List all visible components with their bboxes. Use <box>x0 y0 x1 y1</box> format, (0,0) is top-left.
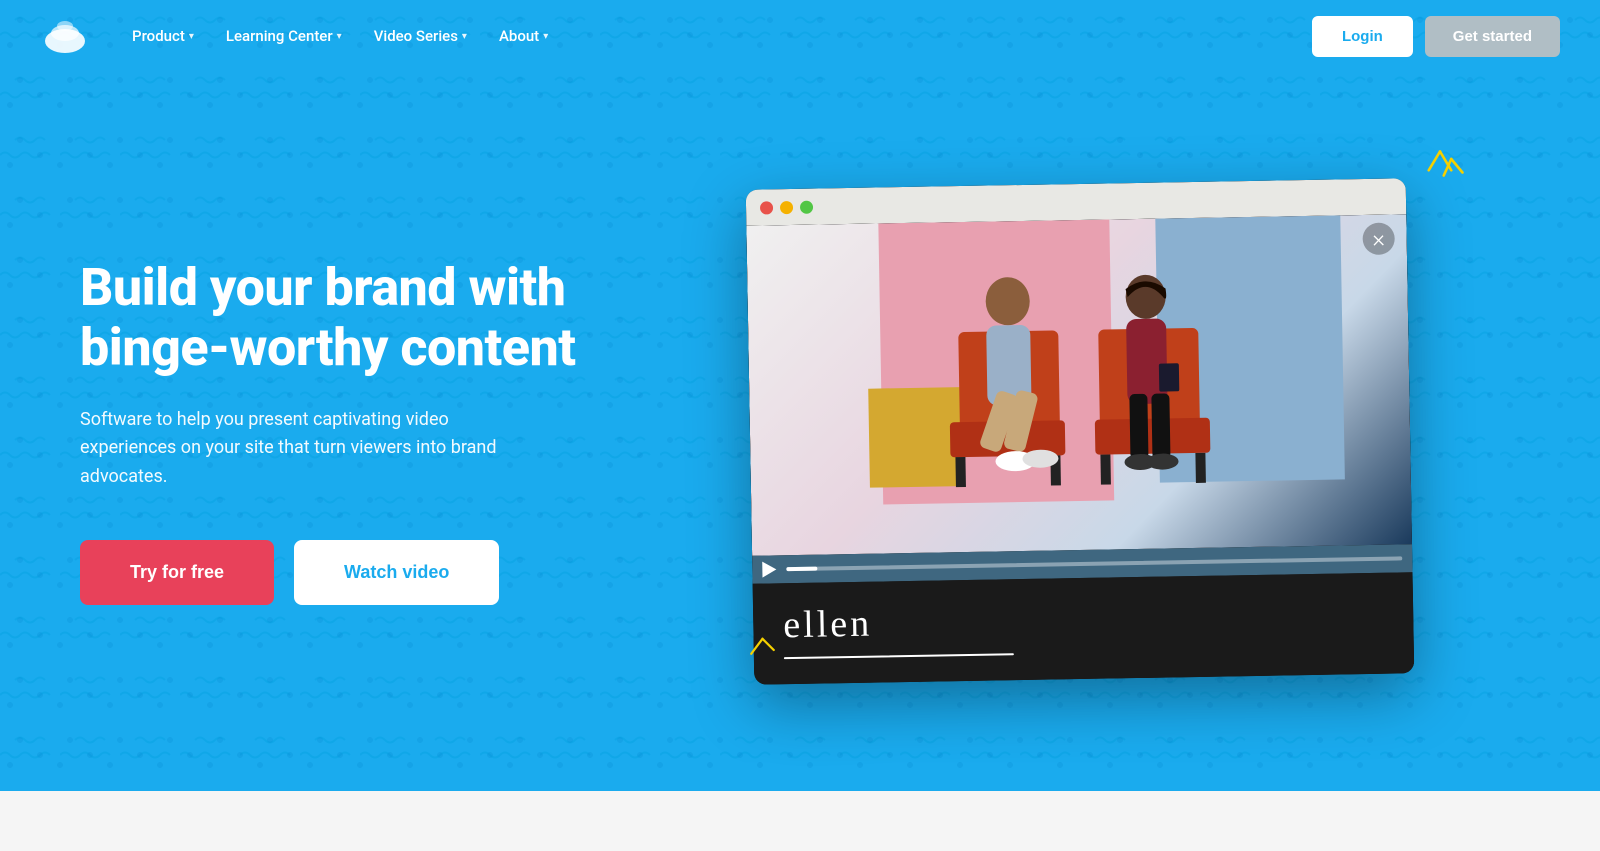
chevron-down-icon: ▾ <box>543 31 548 42</box>
navbar: Product ▾ Learning Center ▾ Video Series… <box>0 0 1600 72</box>
progress-bar[interactable] <box>786 556 1402 571</box>
bottom-bar <box>0 791 1600 851</box>
chevron-down-icon: ▾ <box>462 31 467 42</box>
browser-mockup: × <box>746 178 1415 684</box>
hero-subtitle: Software to help you present captivating… <box>80 406 520 492</box>
video-mockup-container: × <box>640 184 1520 679</box>
people-chairs-illustration <box>927 267 1232 552</box>
nav-item-learning-center[interactable]: Learning Center ▾ <box>214 21 354 51</box>
video-scene <box>746 214 1412 555</box>
signature-area: ellen <box>753 572 1415 685</box>
hero-title: Build your brand with binge-worthy conte… <box>80 258 640 378</box>
browser-dot-red <box>760 201 773 214</box>
video-thumbnail <box>746 214 1412 555</box>
sparkle-top-right <box>1410 144 1470 208</box>
sparkle-bottom-left <box>740 620 785 669</box>
chevron-down-icon: ▾ <box>189 31 194 42</box>
signature-text: ellen <box>783 593 1384 647</box>
browser-content: × <box>746 214 1414 684</box>
hero-buttons: Try for free Watch video <box>80 540 640 605</box>
scene-chairs <box>746 214 1412 555</box>
play-button[interactable] <box>762 561 778 577</box>
nav-actions: Login Get started <box>1312 16 1560 57</box>
browser-dot-green <box>800 200 813 213</box>
login-button[interactable]: Login <box>1312 16 1413 57</box>
try-for-free-button[interactable]: Try for free <box>80 540 274 605</box>
hero-section: Build your brand with binge-worthy conte… <box>0 72 1600 791</box>
signature-underline <box>784 653 1014 659</box>
nav-item-video-series[interactable]: Video Series ▾ <box>362 21 479 51</box>
page-background: Product ▾ Learning Center ▾ Video Series… <box>0 0 1600 851</box>
progress-fill <box>786 567 817 572</box>
hero-text: Build your brand with binge-worthy conte… <box>80 258 640 605</box>
sparkle-icon-small <box>740 620 785 665</box>
nav-item-product[interactable]: Product ▾ <box>120 21 206 51</box>
watch-video-button[interactable]: Watch video <box>294 540 499 605</box>
logo[interactable] <box>40 11 90 61</box>
sparkle-icon <box>1410 144 1470 204</box>
get-started-button[interactable]: Get started <box>1425 16 1560 57</box>
logo-icon <box>40 11 90 61</box>
chevron-down-icon: ▾ <box>337 31 342 42</box>
nav-links: Product ▾ Learning Center ▾ Video Series… <box>120 21 1312 51</box>
browser-dot-yellow <box>780 200 793 213</box>
nav-item-about[interactable]: About ▾ <box>487 21 560 51</box>
